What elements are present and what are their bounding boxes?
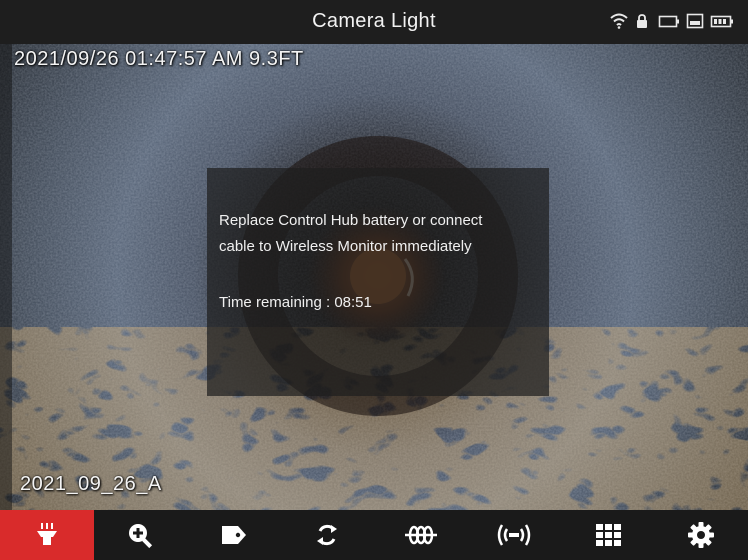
lock-icon: [634, 13, 652, 29]
settings-icon: [688, 522, 715, 548]
wireless-icon: [498, 524, 531, 546]
monitor-battery-icon: [710, 13, 734, 29]
title-bar: Camera Light: [0, 0, 748, 45]
spring-icon: [404, 525, 437, 545]
rotate-button[interactable]: [281, 510, 375, 560]
sd-card-icon: [686, 13, 704, 29]
camera-screen: Camera Light 2021/09/26 01:47:57 AM 9.3F…: [0, 0, 748, 560]
wireless-button[interactable]: [468, 510, 562, 560]
camera-light-icon: [36, 523, 57, 545]
zoom-in-icon: [129, 524, 153, 549]
zoom-in-button[interactable]: [94, 510, 188, 560]
grid-button[interactable]: [561, 510, 655, 560]
wifi-icon: [610, 13, 628, 29]
camera-light-button[interactable]: [0, 510, 94, 560]
rotate-icon: [317, 524, 338, 546]
tag-button[interactable]: [187, 510, 281, 560]
tag-icon: [221, 526, 246, 544]
status-icons: [610, 13, 734, 29]
spring-button[interactable]: [374, 510, 468, 560]
time-remaining: Time remaining : 08:51: [219, 294, 372, 311]
settings-button[interactable]: [655, 510, 748, 560]
dialog-message-line2: cable to Wireless Monitor immediately: [219, 238, 472, 255]
grid-icon: [595, 524, 621, 546]
bottom-toolbar: [0, 510, 748, 560]
timestamp-overlay: 2021/09/26 01:47:57 AM 9.3FT: [14, 48, 304, 70]
dialog-message-line1: Replace Control Hub battery or connect: [219, 212, 483, 229]
low-battery-dialog: Replace Control Hub battery or connect c…: [207, 168, 549, 396]
battery-icon: [658, 13, 680, 29]
camera-feed: 2021/09/26 01:47:57 AM 9.3FT 2021_09_26_…: [0, 44, 748, 510]
filename-overlay: 2021_09_26_A: [20, 473, 162, 495]
